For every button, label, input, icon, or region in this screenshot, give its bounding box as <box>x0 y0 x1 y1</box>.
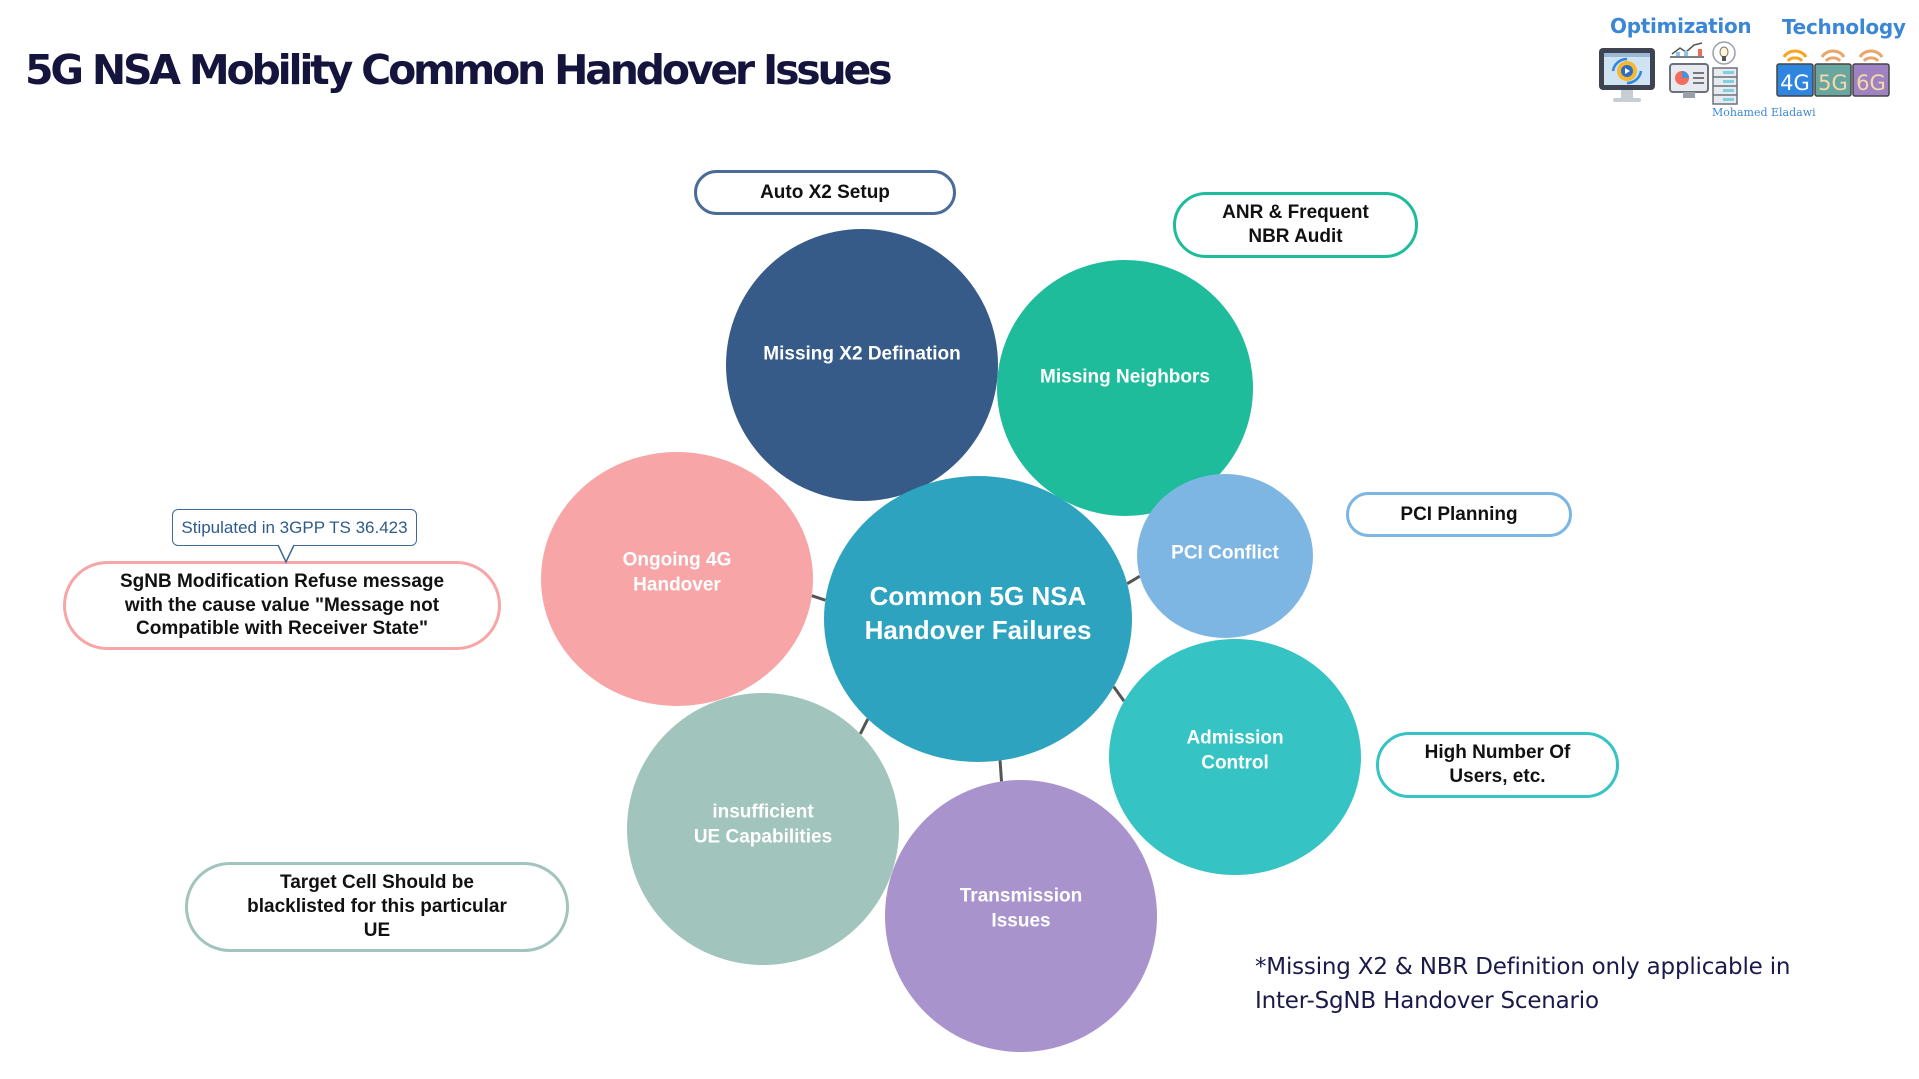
node-center <box>824 476 1132 762</box>
spec-reference-tooltip: Stipulated in 3GPP TS 36.423 <box>172 509 417 546</box>
connector-pci-conflict <box>1126 574 1141 585</box>
node-admission-control <box>1109 639 1361 875</box>
node-ue-capabilities <box>627 693 899 965</box>
solution-pill-pci-planning: PCI Planning <box>1346 492 1572 537</box>
circles <box>541 229 1361 1052</box>
tooltip-pointer <box>277 544 295 564</box>
connector-ongoing-4g-handover <box>811 594 826 602</box>
footnote: *Missing X2 & NBR Definition only applic… <box>1255 954 1791 1014</box>
node-pci-conflict <box>1137 474 1313 638</box>
connector-ue-capabilities <box>858 718 870 735</box>
solution-pill-auto-x2-setup: Auto X2 Setup <box>694 170 956 215</box>
connector-transmission-issues <box>998 760 1004 782</box>
node-transmission-issues <box>885 780 1157 1052</box>
solution-pill-anr-audit: ANR & Frequent NBR Audit <box>1173 192 1418 258</box>
node-ongoing-4g-handover <box>541 452 813 706</box>
solution-pill-sgnb-refuse: SgNB Modification Refuse message with th… <box>63 561 501 650</box>
solution-pill-high-users: High Number Of Users, etc. <box>1376 732 1619 798</box>
node-missing-x2 <box>726 229 998 501</box>
solution-pill-blacklist-target-cell: Target Cell Should be blacklisted for th… <box>185 862 569 952</box>
connector-admission-control <box>1112 685 1126 703</box>
